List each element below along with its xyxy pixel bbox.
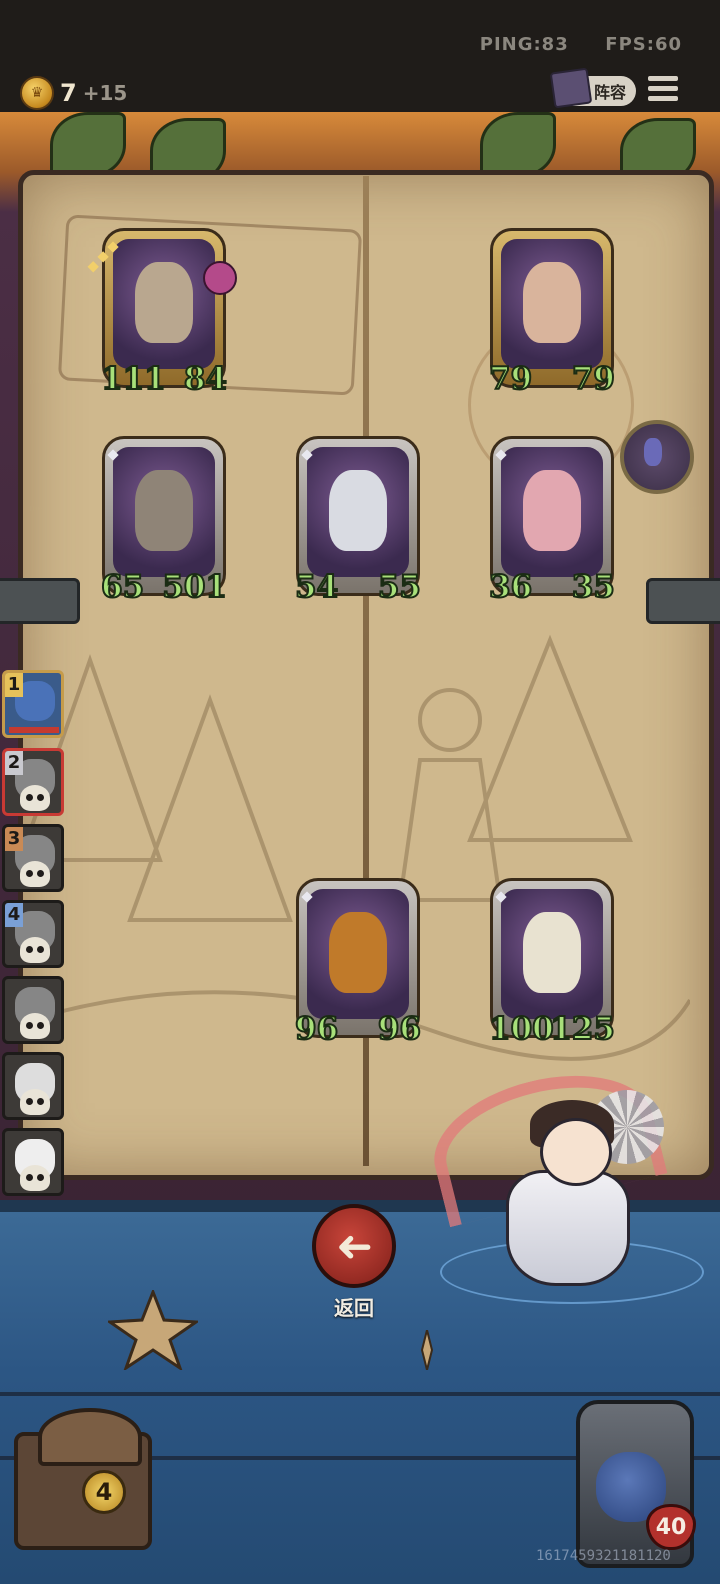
imp-icon (644, 438, 662, 466)
viking-portrait (135, 470, 193, 551)
book-clip-right (646, 578, 720, 624)
leaf-decoration (50, 112, 126, 178)
player-slot-2[interactable]: 2 (2, 748, 64, 816)
minion-card-girl[interactable]: 79 79 (488, 228, 616, 398)
health-value: 79 (571, 360, 616, 398)
attack-value: 36 (488, 568, 533, 606)
ping-text: PING:83 (479, 34, 569, 55)
girl-portrait (523, 262, 581, 343)
attack-value: 100 (488, 1010, 555, 1048)
player-slot-6[interactable] (2, 1052, 64, 1120)
clockwork-portrait (523, 912, 581, 993)
skull-icon (20, 1165, 50, 1191)
lineup-label: 阵容 (593, 83, 626, 102)
health-value: 96 (377, 1010, 422, 1048)
skull-icon (20, 1013, 50, 1039)
pumpkin-portrait (329, 912, 387, 993)
tavern-level-badge: 4 (82, 1470, 126, 1514)
health-value: 501 (161, 568, 228, 606)
hamburger-icon (648, 76, 678, 81)
health-bar (9, 727, 59, 733)
attack-value: 65 (100, 568, 145, 606)
attack-value: 79 (488, 360, 533, 398)
minion-card-pumpkin[interactable]: 96 96 (294, 878, 422, 1048)
attack-value: 54 (294, 568, 339, 606)
rank-badge: 1 (5, 673, 23, 697)
health-value: 125 (549, 1010, 616, 1048)
gold-income: +15 (82, 81, 128, 105)
book-icon (549, 67, 593, 109)
skull-icon (20, 861, 50, 887)
hero-body (506, 1170, 630, 1286)
knight-portrait (135, 262, 193, 343)
attack-value: 111 (100, 360, 167, 398)
gold-amount: 7 (60, 79, 77, 107)
player-health: 40 (655, 1514, 687, 1540)
valkyrie-portrait (523, 470, 581, 551)
minion-card-viking[interactable]: 65 501 (100, 436, 228, 606)
player-slot-1[interactable]: 1 (2, 670, 64, 738)
chest-lid (38, 1408, 142, 1466)
performance-readout: PING:83 FPS:60 (480, 34, 682, 55)
gold-display: ♛ 7 +15 (20, 76, 127, 110)
paladin-portrait (329, 470, 387, 551)
player-slot-5[interactable] (2, 976, 64, 1044)
skull-icon (20, 785, 50, 811)
tavern-level: 4 (95, 1478, 113, 1506)
session-id: 1617459321181120 (536, 1548, 671, 1564)
skull-icon (20, 937, 50, 963)
book-clip-left (0, 578, 80, 624)
return-label: 返回 (334, 1296, 374, 1320)
health-value: 35 (571, 568, 616, 606)
fps-text: FPS:60 (605, 34, 682, 55)
health-value: 84 (183, 360, 228, 398)
minion-card-knight[interactable]: 111 84 (100, 228, 237, 398)
menu-button[interactable] (648, 76, 678, 104)
skull-icon (20, 1089, 50, 1115)
rank-badge: 4 (5, 903, 23, 927)
leaf-decoration (480, 112, 556, 178)
status-effect-icon (203, 261, 237, 295)
player-slot-3[interactable]: 3 (2, 824, 64, 892)
player-slot-4[interactable]: 4 (2, 900, 64, 968)
attack-value: 96 (294, 1010, 339, 1048)
sparkle-icon (420, 1330, 434, 1370)
player-slot-7[interactable] (2, 1128, 64, 1196)
minion-card-clockwork[interactable]: 100 125 (488, 878, 616, 1048)
hero-figure[interactable] (540, 1118, 612, 1186)
health-value: 55 (377, 568, 422, 606)
star-icon (108, 1290, 198, 1370)
rank-badge: 2 (5, 751, 23, 775)
minion-card-valkyrie[interactable]: 36 35 (488, 436, 616, 606)
arrow-left-icon: ➜ (335, 1220, 373, 1272)
rank-badge: 3 (5, 827, 23, 851)
return-button[interactable]: ➜ (312, 1204, 396, 1288)
crown-coin-icon: ♛ (20, 76, 54, 110)
minion-card-paladin[interactable]: 54 55 (294, 436, 422, 606)
